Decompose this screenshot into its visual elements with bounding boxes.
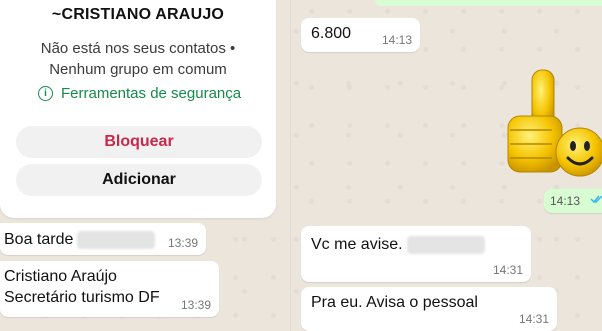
message-bubble[interactable]: Pra eu. Avisa o pessoal 14:31: [301, 287, 557, 331]
block-button[interactable]: Bloquear: [16, 126, 262, 158]
screenshot-divider: [290, 0, 291, 331]
thumbs-up-smiley-sticker[interactable]: [496, 64, 602, 180]
unknown-contact-card: ~CRISTIANO ARAUJO Não está nos seus cont…: [0, 0, 276, 218]
message-time: 14:31: [492, 263, 523, 277]
outgoing-message-bubble[interactable]: 14:13: [544, 189, 602, 213]
message-bubble[interactable]: Vc me avise. 14:31: [301, 226, 531, 282]
contact-info: Não está nos seus contatos • Nenhum grup…: [0, 38, 276, 80]
message-text: 6.800: [311, 25, 352, 42]
redacted-text: [406, 236, 485, 254]
security-tools-label: Ferramentas de segurança: [61, 85, 242, 102]
message-line-1: Cristiano Araújo: [4, 268, 117, 285]
message-text: Boa tarde: [4, 231, 156, 249]
message-bubble[interactable]: Cristiano Araújo Secretário turismo DF 1…: [0, 261, 219, 317]
message-bubble[interactable]: 6.800 14:13: [301, 18, 420, 52]
contact-info-line-1: Não está nos seus contatos •: [40, 40, 236, 57]
outgoing-bubble-edge: [375, 0, 602, 6]
redacted-text: [77, 231, 156, 249]
message-time: 14:31: [518, 312, 549, 326]
message-time: 13:39: [167, 236, 198, 250]
double-check-icon: [590, 195, 602, 204]
message-time: 13:39: [180, 298, 211, 312]
contact-info-line-2: Nenhum grupo em comum: [49, 61, 227, 78]
message-text: Pra eu. Avisa o pessoal: [311, 294, 478, 311]
add-contact-button[interactable]: Adicionar: [16, 164, 262, 196]
security-tools-link[interactable]: i Ferramentas de segurança: [38, 85, 241, 102]
info-icon: i: [38, 86, 53, 101]
message-line-2: Secretário turismo DF: [4, 289, 160, 306]
message-time: 14:13: [550, 194, 581, 208]
message-text: Vc me avise.: [311, 236, 485, 254]
message-text: Cristiano Araújo Secretário turismo DF: [4, 266, 160, 308]
contact-name: ~CRISTIANO ARAUJO: [51, 6, 225, 23]
message-time: 14:13: [381, 33, 412, 47]
message-bubble[interactable]: Boa tarde 13:39: [0, 223, 206, 255]
